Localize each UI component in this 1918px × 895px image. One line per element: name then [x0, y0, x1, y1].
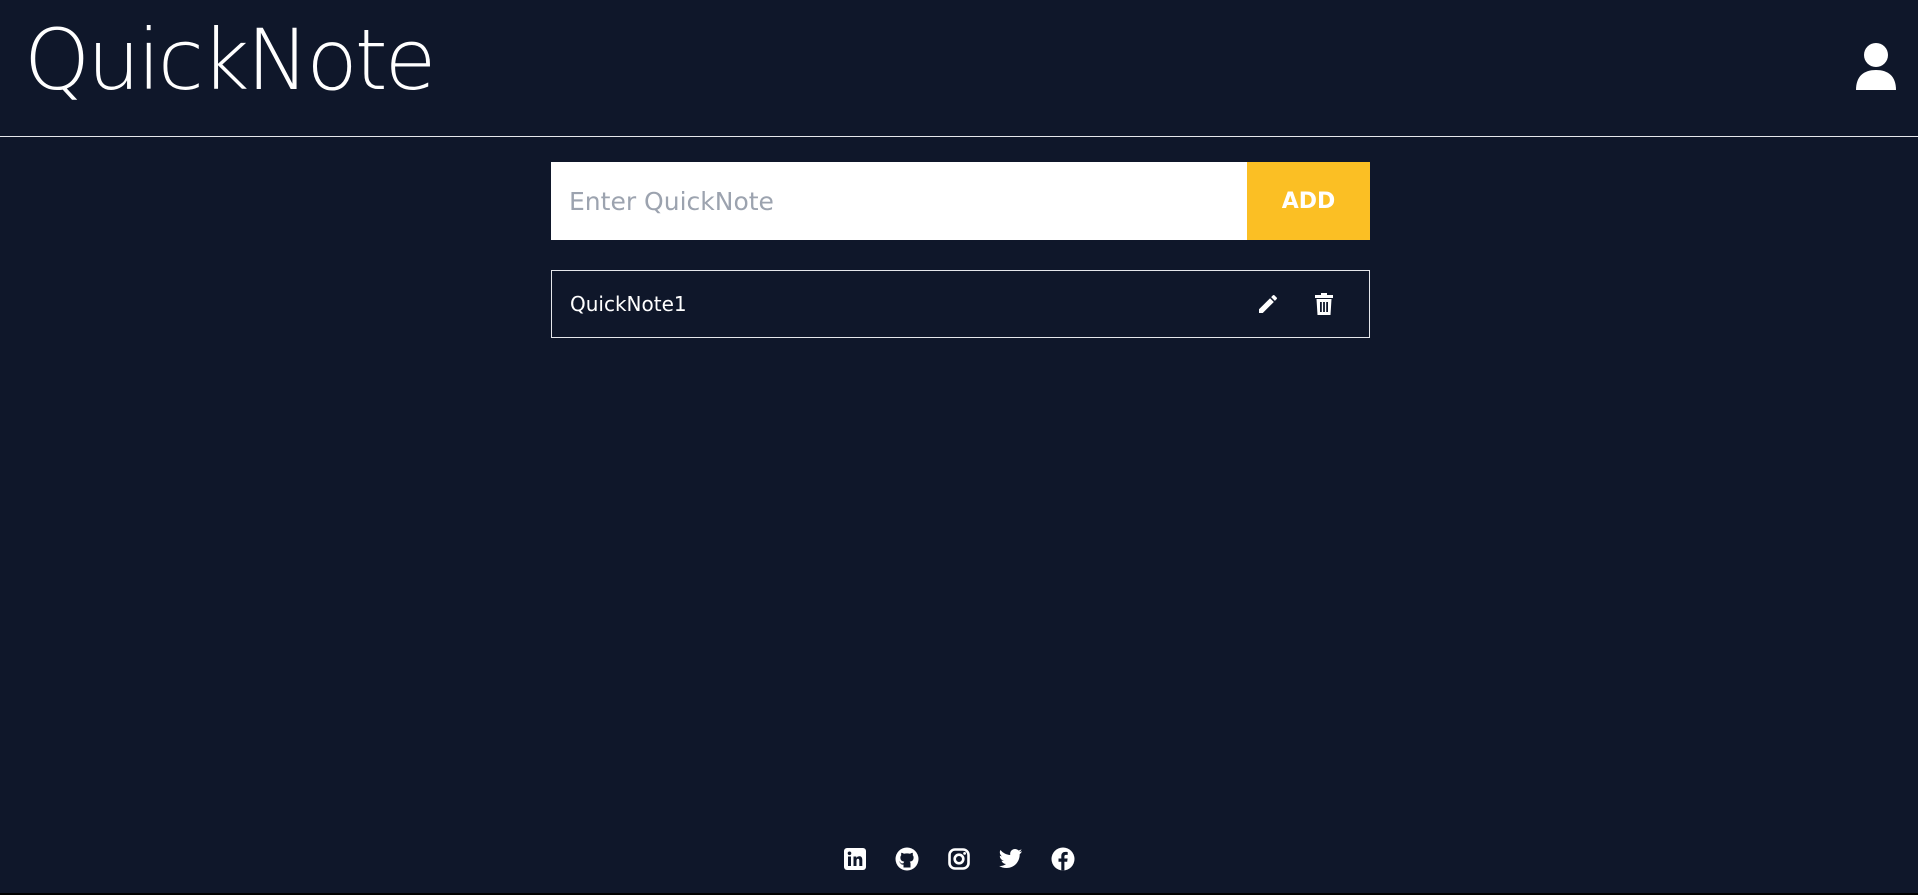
edit-note-button[interactable] — [1255, 291, 1281, 317]
user-icon — [1856, 43, 1896, 90]
note-text: QuickNote1 — [570, 292, 687, 316]
note-list: QuickNote1 — [551, 270, 1370, 338]
page: QuickNote ADD QuickNote1 — [0, 0, 1918, 895]
github-link[interactable] — [895, 847, 919, 871]
trash-icon — [1315, 293, 1333, 315]
note-actions — [1255, 291, 1337, 317]
footer-social-links — [0, 842, 1918, 876]
linkedin-icon — [844, 848, 866, 870]
user-account-button[interactable] — [1854, 42, 1898, 92]
delete-note-button[interactable] — [1311, 291, 1337, 317]
facebook-link[interactable] — [1051, 847, 1075, 871]
linkedin-link[interactable] — [843, 847, 867, 871]
list-item: QuickNote1 — [551, 270, 1370, 338]
pencil-icon — [1259, 294, 1278, 313]
instagram-link[interactable] — [947, 847, 971, 871]
github-icon — [895, 847, 919, 871]
add-note-form: ADD — [551, 162, 1370, 240]
facebook-icon — [1051, 847, 1075, 871]
twitter-icon — [999, 849, 1023, 869]
twitter-link[interactable] — [999, 847, 1023, 871]
instagram-icon — [948, 848, 970, 870]
add-button[interactable]: ADD — [1247, 162, 1370, 240]
app-header: QuickNote — [0, 0, 1918, 137]
quicknote-input[interactable] — [551, 162, 1247, 240]
app-title: QuickNote — [24, 11, 436, 109]
